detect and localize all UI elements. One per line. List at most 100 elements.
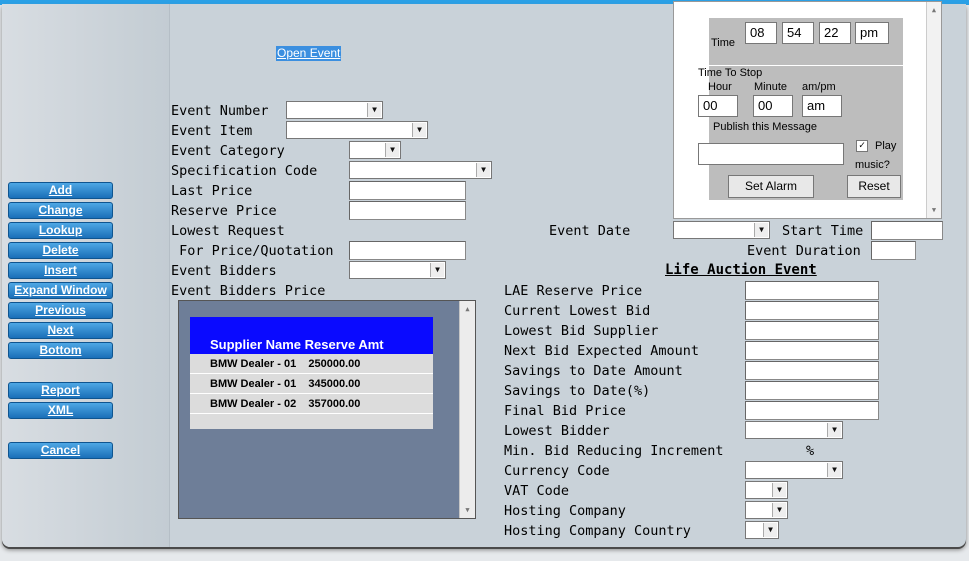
next-bid-expected-label: Next Bid Expected Amount <box>504 343 700 359</box>
report-button[interactable]: Report <box>8 382 113 399</box>
lookup-button[interactable]: Lookup <box>8 222 113 239</box>
currency-code-select[interactable]: ▼ <box>745 461 843 479</box>
hosting-company-select[interactable]: ▼ <box>745 501 788 519</box>
event-item-select[interactable]: ▼ <box>286 121 428 139</box>
lae-reserve-price-label: LAE Reserve Price <box>504 283 643 299</box>
stop-ampm-input[interactable]: am <box>802 95 842 117</box>
hour-input[interactable]: 08 <box>745 22 777 44</box>
alarm-panel: Time 08 54 22 pm Time To Stop Hour Minut… <box>696 18 906 200</box>
specification-code-select[interactable]: ▼ <box>349 161 492 179</box>
bidders-table: Supplier Name Reserve Amt BMW Dealer - 0… <box>190 317 433 429</box>
event-number-select[interactable]: ▼ <box>286 101 383 119</box>
ampm-label: am/pm <box>802 81 836 93</box>
chevron-down-icon: ▼ <box>367 103 381 117</box>
open-event-link[interactable]: Open Event <box>276 46 342 61</box>
event-number-label: Event Number <box>171 103 269 119</box>
change-button[interactable]: Change <box>8 202 113 219</box>
grid-scrollbar[interactable]: ▲ ▼ <box>459 301 475 518</box>
current-lowest-bid-input[interactable] <box>745 301 879 320</box>
alarm-scrollbar[interactable]: ▲ ▼ <box>926 2 941 218</box>
event-duration-input[interactable] <box>871 241 916 260</box>
chevron-down-icon: ▼ <box>430 263 444 277</box>
hosting-country-select[interactable]: ▼ <box>745 521 779 539</box>
hosting-company-label: Hosting Company <box>504 503 626 519</box>
play-label: Play <box>875 140 897 152</box>
minute-label: Minute <box>754 81 788 93</box>
lae-reserve-price-input[interactable] <box>745 281 879 300</box>
start-time-label: Start Time <box>782 223 864 239</box>
lowest-bidder-label: Lowest Bidder <box>504 423 610 439</box>
xml-button[interactable]: XML <box>8 402 113 419</box>
lowest-bid-supplier-input[interactable] <box>745 321 879 340</box>
event-bidders-select[interactable]: ▼ <box>349 261 446 279</box>
event-date-label: Event Date <box>549 223 631 239</box>
chevron-down-icon: ▼ <box>827 463 841 477</box>
start-time-input[interactable] <box>871 221 943 240</box>
final-bid-price-label: Final Bid Price <box>504 403 626 419</box>
event-date-select[interactable]: ▼ <box>673 221 770 239</box>
time-label: Time <box>711 37 736 49</box>
chevron-down-icon: ▼ <box>763 523 777 537</box>
stop-minute-input[interactable]: 00 <box>753 95 793 117</box>
time-to-stop-label: Time To Stop <box>698 67 763 79</box>
price-quotation-input[interactable] <box>349 241 466 260</box>
lowest-bid-supplier-label: Lowest Bid Supplier <box>504 323 659 339</box>
music-label: music? <box>855 159 890 171</box>
event-duration-label: Event Duration <box>747 243 861 259</box>
savings-amount-input[interactable] <box>745 361 879 380</box>
expand-window-button[interactable]: Expand Window <box>8 282 113 299</box>
delete-button[interactable]: Delete <box>8 242 113 259</box>
table-row[interactable]: BMW Dealer - 01 345000.00 <box>190 374 433 394</box>
chevron-down-icon: ▼ <box>412 123 426 137</box>
second-input[interactable]: 22 <box>819 22 851 44</box>
cancel-button[interactable]: Cancel <box>8 442 113 459</box>
min-bid-increment-label: Min. Bid Reducing Increment <box>504 443 724 459</box>
minute-input[interactable]: 54 <box>782 22 814 44</box>
insert-button[interactable]: Insert <box>8 262 113 279</box>
message-input[interactable] <box>698 143 844 165</box>
specification-code-label: Specification Code <box>171 163 318 179</box>
scroll-down-icon[interactable]: ▼ <box>460 506 475 514</box>
hosting-company-country-label: Hosting Company Country <box>504 523 691 539</box>
table-row[interactable]: BMW Dealer - 02 357000.00 <box>190 394 433 414</box>
event-category-select[interactable]: ▼ <box>349 141 401 159</box>
for-price-quotation-label: For Price/Quotation <box>171 243 334 259</box>
reset-button[interactable]: Reset <box>847 175 901 198</box>
vat-code-select[interactable]: ▼ <box>745 481 788 499</box>
previous-button[interactable]: Previous <box>8 302 113 319</box>
hour-label: Hour <box>708 81 732 93</box>
savings-pct-input[interactable] <box>745 381 879 400</box>
set-alarm-button[interactable]: Set Alarm <box>728 175 814 198</box>
reserve-price-label: Reserve Price <box>171 203 277 219</box>
table-row[interactable]: BMW Dealer - 01 250000.00 <box>190 354 433 374</box>
stop-hour-input[interactable]: 00 <box>698 95 738 117</box>
next-bid-expected-input[interactable] <box>745 341 879 360</box>
final-bid-price-input[interactable] <box>745 401 879 420</box>
scroll-up-icon[interactable]: ▲ <box>927 6 941 14</box>
divider <box>696 65 906 66</box>
percent-label: % <box>806 443 815 459</box>
current-lowest-bid-label: Current Lowest Bid <box>504 303 651 319</box>
next-button[interactable]: Next <box>8 322 113 339</box>
bottom-button[interactable]: Bottom <box>8 342 113 359</box>
event-item-label: Event Item <box>171 123 253 139</box>
event-category-label: Event Category <box>171 143 285 159</box>
bidders-table-header: Supplier Name Reserve Amt <box>190 317 433 354</box>
lowest-request-label: Lowest Request <box>171 223 285 239</box>
chevron-down-icon: ▼ <box>385 143 399 157</box>
chevron-down-icon: ▼ <box>772 503 786 517</box>
last-price-input[interactable] <box>349 181 466 200</box>
scroll-up-icon[interactable]: ▲ <box>460 305 475 313</box>
savings-pct-label: Savings to Date(%) <box>504 383 651 399</box>
reserve-price-input[interactable] <box>349 201 466 220</box>
scroll-down-icon[interactable]: ▼ <box>927 206 941 214</box>
last-price-label: Last Price <box>171 183 253 199</box>
lowest-bidder-select[interactable]: ▼ <box>745 421 843 439</box>
chevron-down-icon: ▼ <box>476 163 490 177</box>
play-music-checkbox[interactable]: ✓ <box>856 140 868 152</box>
publish-label: Publish this Message <box>713 121 817 133</box>
bidders-grid[interactable]: Supplier Name Reserve Amt BMW Dealer - 0… <box>178 300 476 519</box>
ampm-input[interactable]: pm <box>855 22 889 44</box>
chevron-down-icon: ▼ <box>754 223 768 237</box>
add-button[interactable]: Add <box>8 182 113 199</box>
